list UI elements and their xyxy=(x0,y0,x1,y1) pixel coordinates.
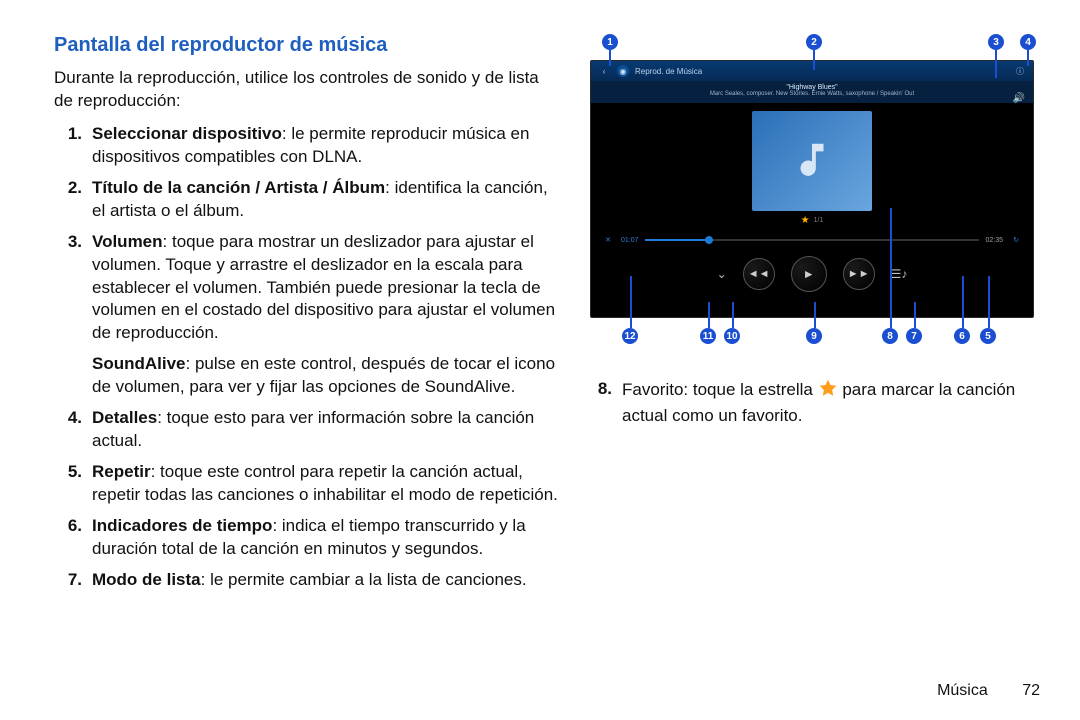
player-titlebar: ‹ ◉ Reprod. de Música ⓘ xyxy=(591,61,1033,81)
callout-3: 3 xyxy=(988,34,1004,50)
album-art-zone: ★ 1/1 xyxy=(591,103,1033,230)
soundalive-note: SoundAlive: pulse en este control, despu… xyxy=(92,353,560,399)
callout-6: 6 xyxy=(954,328,970,344)
callout-12: 12 xyxy=(622,328,638,344)
feature-list-right: 8. Favorito: toque la estrella para marc… xyxy=(584,378,1040,428)
next-button[interactable]: ►► xyxy=(843,258,875,290)
list-item: 4.Detalles: toque esto para ver informac… xyxy=(54,407,560,453)
transport-controls: ⌄ ◄◄ ► ►► ☰♪ xyxy=(591,246,1033,306)
list-item: 2.Título de la canción / Artista / Álbum… xyxy=(54,177,560,223)
back-icon[interactable]: ‹ xyxy=(597,67,611,76)
list-item: 6.Indicadores de tiempo: indica el tiemp… xyxy=(54,515,560,561)
volume-icon[interactable]: 🔊 xyxy=(1013,93,1025,104)
callout-5: 5 xyxy=(980,328,996,344)
left-column: Pantalla del reproductor de música Duran… xyxy=(54,34,560,600)
list-item: 5.Repetir: toque este control para repet… xyxy=(54,461,560,507)
list-item: 8. Favorito: toque la estrella para marc… xyxy=(584,378,1040,428)
callout-1: 1 xyxy=(602,34,618,50)
song-artist: Marc Seales, composer. New Stories. Erni… xyxy=(595,91,1029,97)
callout-9: 9 xyxy=(806,328,822,344)
callout-10: 10 xyxy=(724,328,740,344)
callout-11: 11 xyxy=(700,328,716,344)
play-button[interactable]: ► xyxy=(791,256,827,292)
select-device-button[interactable]: ◉ xyxy=(617,65,629,77)
player-header-text: Reprod. de Música xyxy=(635,67,702,76)
music-note-icon xyxy=(789,138,835,184)
manual-page: Pantalla del reproductor de música Duran… xyxy=(0,0,1080,720)
repeat-icon[interactable]: ↻ xyxy=(1009,236,1023,244)
info-icon[interactable]: ⓘ xyxy=(1013,66,1027,77)
right-column: 1 2 3 4 ‹ ◉ Reprod. de Música ⓘ xyxy=(584,34,1040,600)
collapse-icon[interactable]: ⌄ xyxy=(717,267,727,281)
intro-text: Durante la reproducción, utilice los con… xyxy=(54,67,560,113)
list-item: 1.Seleccionar dispositivo: le permite re… xyxy=(54,123,560,169)
favorite-star-icon[interactable]: ★ xyxy=(801,215,810,226)
star-icon xyxy=(818,378,838,405)
list-item: 3.Volumen: toque para mostrar un desliza… xyxy=(54,231,560,346)
callout-2: 2 xyxy=(806,34,822,50)
track-counter: 1/1 xyxy=(814,217,824,224)
player-figure: 1 2 3 4 ‹ ◉ Reprod. de Música ⓘ xyxy=(584,34,1040,344)
page-footer: Música 72 xyxy=(937,682,1040,700)
callout-8: 8 xyxy=(882,328,898,344)
feature-list-cont: 4.Detalles: toque esto para ver informac… xyxy=(54,407,560,592)
time-total: 02:35 xyxy=(985,237,1003,244)
time-row: ✕ 01:07 02:35 ↻ xyxy=(591,230,1033,246)
list-item: 7.Modo de lista: le permite cambiar a la… xyxy=(54,569,560,592)
scrubber[interactable] xyxy=(645,239,980,241)
callout-7: 7 xyxy=(906,328,922,344)
previous-button[interactable]: ◄◄ xyxy=(743,258,775,290)
feature-list: 1.Seleccionar dispositivo: le permite re… xyxy=(54,123,560,345)
footer-section: Música xyxy=(937,682,988,699)
list-mode-icon[interactable]: ☰♪ xyxy=(891,267,908,281)
callout-4: 4 xyxy=(1020,34,1036,50)
song-meta: "Highway Blues" Marc Seales, composer. N… xyxy=(591,81,1033,103)
shuffle-icon[interactable]: ✕ xyxy=(601,236,615,244)
section-heading: Pantalla del reproductor de música xyxy=(54,34,560,57)
time-elapsed: 01:07 xyxy=(621,237,639,244)
album-art xyxy=(752,111,872,211)
favorite-row: ★ 1/1 xyxy=(801,215,824,226)
song-title: "Highway Blues" xyxy=(595,84,1029,91)
footer-page-number: 72 xyxy=(1022,682,1040,699)
music-player-screenshot: ‹ ◉ Reprod. de Música ⓘ 🔊 "Highway Blues… xyxy=(590,60,1034,318)
